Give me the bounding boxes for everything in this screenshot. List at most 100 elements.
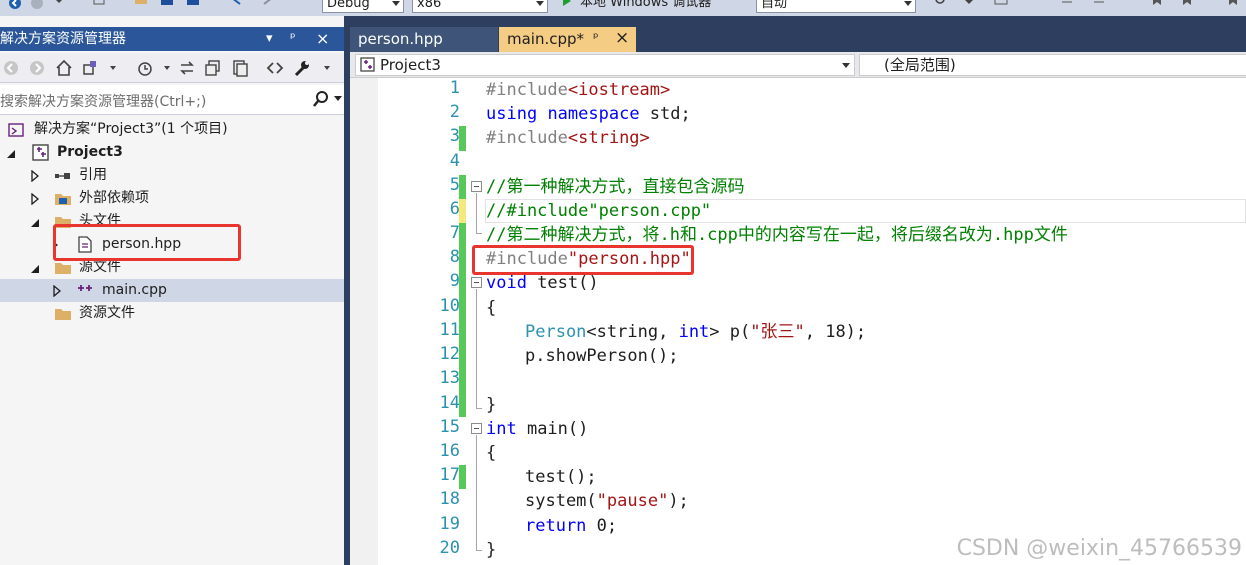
code-line-14: }: [486, 395, 497, 415]
chevron-down-icon[interactable]: [318, 59, 336, 77]
outline-guide-end: [476, 550, 482, 551]
chevron-down-icon[interactable]: [104, 59, 122, 77]
line-number: 17: [439, 465, 460, 485]
search-icon[interactable]: [312, 90, 330, 108]
switch-views-icon[interactable]: [82, 59, 100, 77]
pin-tab-icon[interactable]: ᵖ: [593, 27, 599, 51]
sync-icon[interactable]: [178, 59, 196, 77]
solution-explorer-search[interactable]: 搜索解决方案资源管理器(Ctrl+;): [0, 85, 344, 115]
toolbar-overflow-icon[interactable]: [962, 0, 976, 10]
window-layout-icon[interactable]: [994, 0, 1008, 10]
solution-explorer-title-bar: 解决方案资源管理器 ▾ ᵖ ×: [0, 27, 344, 51]
redo-icon[interactable]: [262, 0, 276, 10]
watermark: CSDN @weixin_45766539: [956, 536, 1242, 561]
undo-icon[interactable]: [230, 0, 244, 10]
unsaved-change-marker: [459, 199, 466, 223]
collapse-region-icon[interactable]: [471, 423, 482, 434]
expanded-triangle-icon[interactable]: [30, 262, 40, 274]
saved-change-marker: [459, 223, 466, 417]
identifier: main(): [516, 419, 589, 439]
tree-item-label: 引用: [79, 167, 107, 183]
scope-select-value: (全局范围): [884, 56, 956, 74]
project-select[interactable]: Project3: [355, 54, 855, 76]
solution-platform-select[interactable]: x86: [412, 0, 548, 13]
tree-item-resource-files[interactable]: 资源文件: [0, 302, 344, 325]
collapse-region-icon[interactable]: [471, 181, 482, 192]
open-folder-icon[interactable]: [134, 0, 148, 10]
outdent-icon[interactable]: [1092, 0, 1106, 10]
collapse-region-icon[interactable]: [471, 277, 482, 288]
back-icon[interactable]: [8, 0, 22, 10]
dropdown-arrow-icon[interactable]: [52, 0, 66, 10]
tab-person-hpp[interactable]: person.hpp: [350, 27, 498, 52]
code-line-11: Person<string, int> p("张三", 18);: [525, 320, 866, 344]
solution-explorer-panel: 解决方案资源管理器 ▾ ᵖ × 搜索解决方案资源管理器(Ctrl+;) 解决方案…: [0, 16, 344, 565]
line-number: 5: [449, 175, 460, 195]
bookmark-clear-icon[interactable]: [1226, 0, 1240, 10]
expanded-triangle-icon[interactable]: [30, 216, 40, 228]
save-all-icon[interactable]: [186, 0, 200, 10]
type-name: Person: [525, 322, 587, 342]
chevron-down-icon[interactable]: [334, 96, 342, 102]
properties-wrench-icon[interactable]: [293, 59, 311, 77]
outline-guide: [476, 435, 477, 550]
tab-label: person.hpp: [358, 30, 443, 48]
line-number: 15: [439, 417, 460, 437]
forward-icon[interactable]: [30, 0, 44, 10]
line-number: 16: [439, 441, 460, 461]
save-icon[interactable]: [160, 0, 174, 10]
keyword: return: [525, 516, 587, 536]
keyword: void: [486, 273, 527, 293]
tab-main-cpp[interactable]: main.cpp* ᵖ ×: [499, 27, 636, 52]
bookmark-prev-icon[interactable]: [1180, 0, 1194, 10]
string-literal: "pause": [596, 491, 669, 511]
code-editor[interactable]: 1 2 3 4 5 6 7 8 9 10 11 12 13 14 15 16 1…: [350, 78, 1246, 565]
tree-item-label: 解决方案“Project3”(1 个项目): [34, 121, 228, 137]
indent-icon[interactable]: [1060, 0, 1074, 10]
person-hpp-highlight-box: [53, 224, 241, 261]
play-icon[interactable]: [560, 0, 574, 10]
back-icon[interactable]: [2, 59, 20, 77]
collapsed-triangle-icon[interactable]: [30, 170, 40, 182]
search-input[interactable]: 搜索解决方案资源管理器(Ctrl+;): [0, 91, 206, 111]
show-all-files-icon[interactable]: [231, 59, 249, 77]
auto-hide-pin-icon[interactable]: ᵖ: [290, 27, 296, 51]
string-literal: "张三": [750, 322, 805, 342]
folder-icon: [55, 309, 71, 320]
line-number: 6: [449, 199, 460, 219]
new-item-icon[interactable]: [92, 0, 106, 10]
bookmark-icon[interactable]: [1150, 0, 1164, 10]
solution-config-select[interactable]: Debug: [322, 0, 404, 13]
tree-item-solution[interactable]: 解决方案“Project3”(1 个项目): [0, 118, 344, 141]
pending-changes-icon[interactable]: [136, 59, 154, 77]
expanded-triangle-icon[interactable]: [6, 147, 16, 159]
find-icon[interactable]: [934, 0, 948, 10]
window-position-icon[interactable]: ▾: [266, 27, 273, 51]
collapsed-triangle-icon[interactable]: [30, 193, 40, 205]
close-icon[interactable]: ×: [316, 27, 329, 51]
line-number: 2: [449, 102, 460, 122]
collapse-all-icon[interactable]: [204, 59, 222, 77]
start-debugger-button[interactable]: 本地 Windows 调试器: [580, 0, 711, 11]
view-code-icon[interactable]: [266, 59, 284, 77]
tree-item-main-cpp[interactable]: main.cpp: [0, 279, 344, 302]
code-line-18: system("pause");: [525, 489, 689, 513]
close-icon[interactable]: ×: [615, 26, 629, 50]
scope-select[interactable]: (全局范围): [859, 54, 1246, 76]
line-number: 3: [449, 126, 460, 146]
tree-item-project[interactable]: Project3: [0, 141, 344, 164]
line-number: 12: [439, 344, 460, 364]
home-icon[interactable]: [55, 59, 73, 77]
solution-explorer-title: 解决方案资源管理器: [0, 31, 126, 47]
tree-item-references[interactable]: 引用: [0, 164, 344, 187]
chevron-down-icon[interactable]: [158, 59, 176, 77]
line-number: 20: [439, 538, 460, 558]
tree-item-external-deps[interactable]: 外部依赖项: [0, 187, 344, 210]
indicator-margin: [350, 78, 378, 565]
collapsed-triangle-icon[interactable]: [52, 285, 62, 297]
keyword: using: [486, 104, 538, 124]
forward-icon[interactable]: [28, 59, 46, 77]
debug-target-select[interactable]: 自动: [756, 0, 916, 13]
tree-item-label: 外部依赖项: [79, 190, 149, 206]
include-path: <string>: [567, 128, 650, 148]
